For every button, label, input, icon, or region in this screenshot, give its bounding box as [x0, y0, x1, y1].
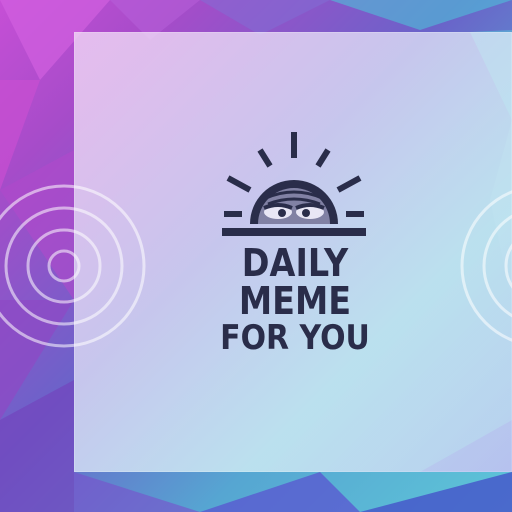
brand-wordmark: DAILY MEME FOR YOU — [200, 244, 390, 356]
brand-line-daily: DAILY — [241, 241, 349, 285]
brand-line-for-you: FOR YOU — [220, 318, 370, 358]
meme-banner: DAILY MEME FOR YOU — [0, 0, 512, 512]
rising-sun-face-logo — [222, 132, 366, 236]
brand-line-meme: MEME — [238, 279, 352, 323]
right-rings-icon — [460, 190, 512, 342]
left-rings-icon — [0, 184, 146, 348]
